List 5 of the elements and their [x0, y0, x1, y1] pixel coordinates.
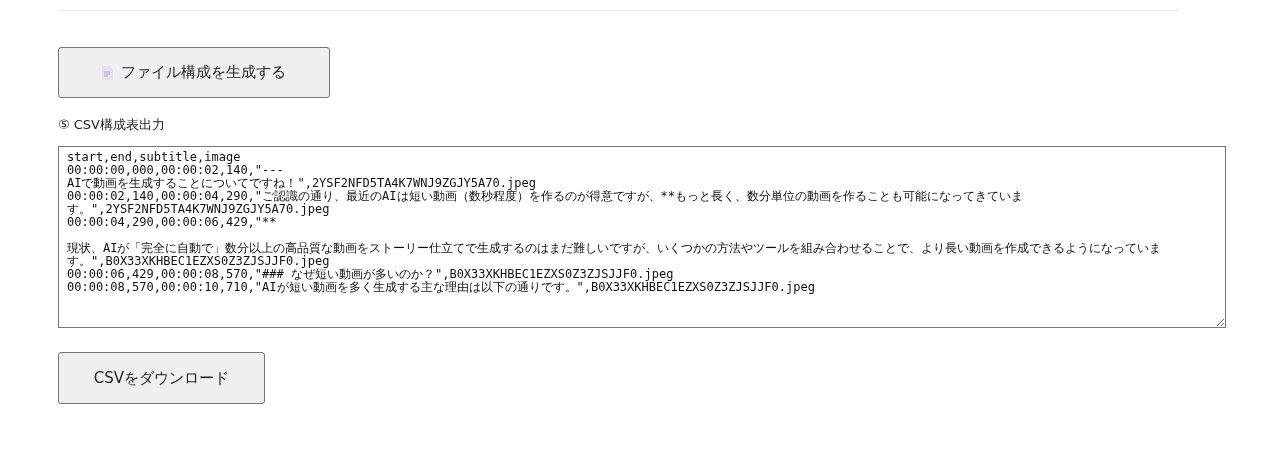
generate-button[interactable]: ファイル構成を生成する — [58, 47, 330, 98]
section-heading: ⑤ CSV構成表出力 — [58, 116, 165, 134]
csv-output-field[interactable]: start,end,subtitle,image 00:00:00,000,00:00:02,140,"--- AIで動画を生成することについてですね！",2YSF2NFD5TA4K7WNJ9ZGJY5A70.jpeg 00:00:02,140,00:00:04,290,"ご認識の通り、最近のAIは短い動画（数秒程度）を作るのが得意ですが、**もっと長く、数分単位の動画を作ることも可能になってきています。",2YSF2NFD5TA4K7WNJ9ZGJY5A70.jpeg 00:00:04,290,00:00:06,429,"** 現状、AIが「完全に自動で」数分以上の高品質な動画をストーリー仕立てで生成するのはまだ難しいですが、いくつかの方法やツールを組み合わせることで、より長い動画を作成できるようになっています。",B0X33XKHBEC1EZXS0Z3ZJSJJF0.jpeg 00:00:06,429,00:00:08,570,"### なぜ短い動画が多いのか？",B0X33XKHBEC1EZXS0Z3ZJSJJF0.jpeg 00:00:08,570,00:00:10,710,"AIが短い動画を多く生成する主な理由は以下の通りです。",B0X33XKHBEC1EZXS0Z3ZJSJJF0.jpeg — [58, 146, 1226, 328]
download-button[interactable]: CSVをダウンロード — [58, 352, 265, 404]
document-icon — [102, 65, 113, 80]
